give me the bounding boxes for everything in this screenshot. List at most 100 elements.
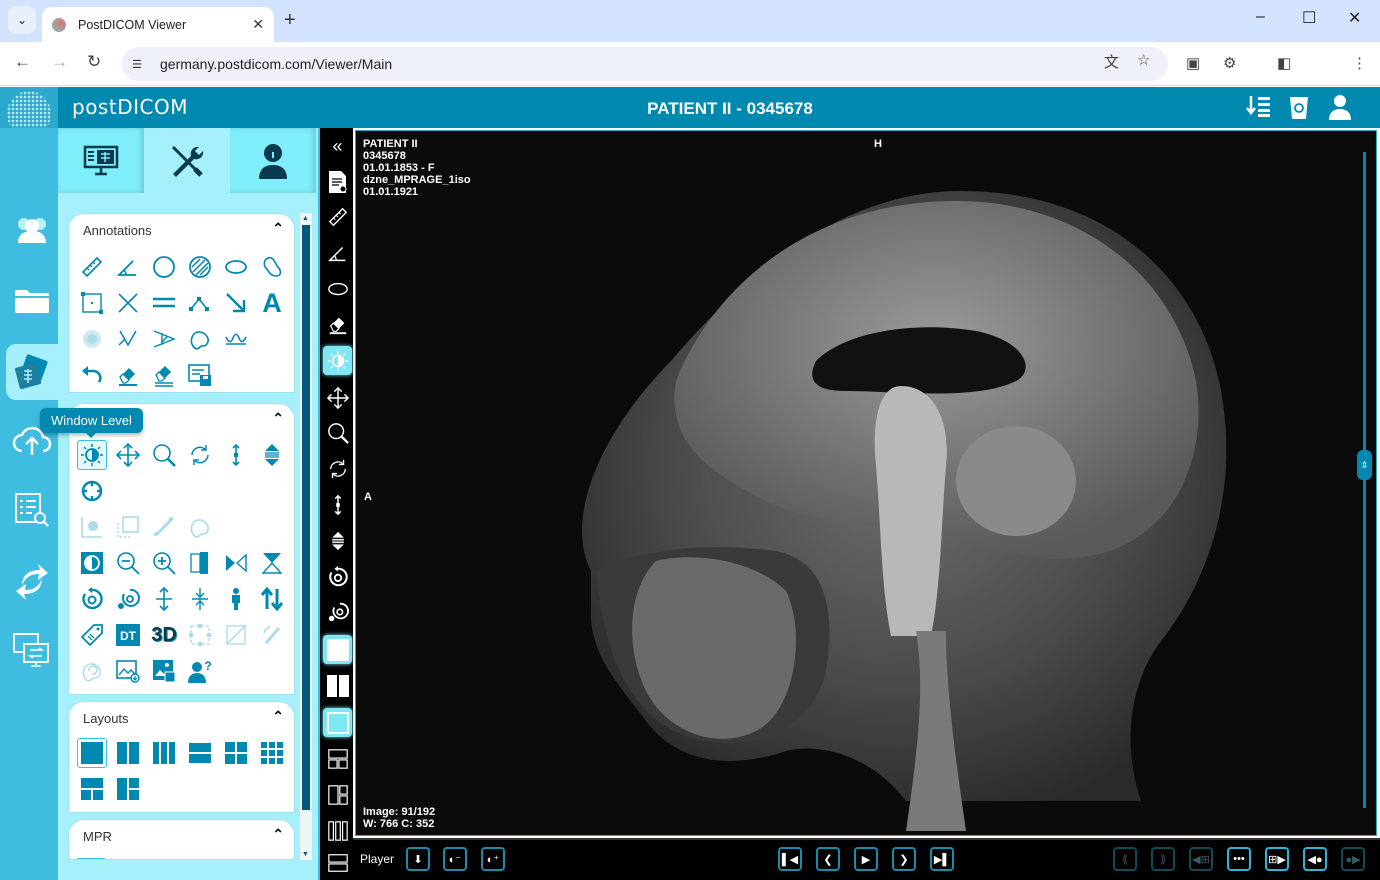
maximize-icon[interactable]: ☐ (1302, 8, 1316, 28)
angle-icon[interactable] (113, 252, 143, 282)
flip-vertical-icon[interactable] (257, 548, 287, 578)
stretch-vertical-icon[interactable] (149, 584, 179, 614)
layout-2x1-icon[interactable] (323, 848, 352, 877)
tag-icon[interactable] (77, 620, 107, 650)
reset-shape-icon[interactable] (77, 656, 107, 686)
closed-curve-icon[interactable] (185, 324, 215, 354)
swap-vertical-icon[interactable] (257, 584, 287, 614)
ellipse-icon[interactable] (323, 274, 352, 303)
mirror-icon[interactable] (221, 548, 251, 578)
cross-line-icon[interactable] (113, 288, 143, 318)
bookmark-star-icon[interactable]: ☆ (1137, 51, 1150, 69)
tab-patient-info[interactable] (230, 128, 316, 193)
slice-thickness-icon[interactable] (323, 526, 352, 555)
panel-scrollbar[interactable]: ▲ ▼ (300, 213, 312, 860)
dicom-tags-icon[interactable]: DT (113, 620, 143, 650)
previous-patient-icon[interactable]: ◀● (1303, 847, 1327, 871)
flip-horizontal-icon[interactable] (185, 548, 215, 578)
site-settings-icon[interactable]: ☰ (132, 58, 148, 71)
layout-1x2-strip-icon[interactable] (323, 671, 352, 700)
layout-2x1-icon[interactable] (185, 738, 215, 768)
layout-1-left-2-right-icon[interactable] (323, 780, 352, 809)
hatched-circle-icon[interactable] (185, 252, 215, 282)
collapse-panel-icon[interactable]: « (323, 132, 352, 161)
tab-tools[interactable] (144, 128, 230, 193)
rail-item-sync[interactable] (6, 554, 58, 610)
bone-icon[interactable] (149, 512, 179, 542)
polyline-icon[interactable] (185, 288, 215, 318)
rail-item-patients[interactable] (6, 202, 58, 258)
back-icon[interactable]: ← (14, 52, 31, 72)
layout-1x3-icon[interactable] (323, 816, 352, 845)
crop-diagonal-icon[interactable] (221, 620, 251, 650)
rail-item-search-list[interactable] (6, 482, 58, 538)
minimize-icon[interactable]: – (1256, 8, 1265, 26)
first-frame-icon[interactable]: ▌◀ (778, 847, 802, 871)
extensions-icon[interactable]: ⚙ (1223, 54, 1236, 72)
last-frame-icon[interactable]: ▶▌ (930, 847, 954, 871)
next-series-icon[interactable]: ⟫ (1151, 847, 1175, 871)
panel-scrollbar-thumb[interactable] (302, 225, 310, 810)
layout-3x3-icon[interactable] (257, 738, 287, 768)
crosshair-icon[interactable] (77, 476, 107, 506)
layout-1x2-icon[interactable] (113, 738, 143, 768)
bidirectional-icon[interactable] (149, 324, 179, 354)
export-image-icon[interactable] (113, 656, 143, 686)
screen-capture-icon[interactable]: ▣ (1186, 54, 1200, 72)
next-frame-icon[interactable]: ❯ (892, 847, 916, 871)
user-help-icon[interactable]: ? (185, 656, 215, 686)
invert-icon[interactable] (77, 548, 107, 578)
ruler-icon[interactable] (323, 202, 352, 231)
layout-1x3-icon[interactable] (149, 738, 179, 768)
rotate-reset-icon[interactable] (113, 584, 143, 614)
reload-icon[interactable]: ↻ (87, 52, 101, 72)
layout-1-left-2-right-icon[interactable] (113, 774, 143, 804)
next-patient-icon[interactable]: ●▶ (1341, 847, 1365, 871)
rectangle-roi-icon[interactable] (77, 288, 107, 318)
circle-roi-icon[interactable] (149, 252, 179, 282)
patient-position-icon[interactable] (221, 584, 251, 614)
layout-2x2-icon[interactable] (221, 738, 251, 768)
freehand-roi-icon[interactable] (257, 252, 287, 282)
auto-window-level-icon[interactable] (77, 512, 107, 542)
arrow-annotation-icon[interactable] (221, 288, 251, 318)
layout-1-top-2-bottom-icon[interactable] (77, 774, 107, 804)
collapse-mpr-icon[interactable]: ⌃ (272, 826, 284, 843)
ruler-icon[interactable] (77, 252, 107, 282)
layout-1-top-2-bottom-icon[interactable] (323, 744, 352, 773)
close-tab-icon[interactable]: ✕ (252, 16, 264, 33)
layout-1x1-icon[interactable] (77, 738, 107, 768)
bone-rotate-icon[interactable] (257, 620, 287, 650)
rotate-icon[interactable] (323, 454, 352, 483)
tab-list-button[interactable]: ⌄ (8, 6, 36, 34)
next-layout-icon[interactable]: ⊞▶ (1265, 847, 1289, 871)
close-window-icon[interactable]: ✕ (1348, 8, 1361, 28)
image-scroll-handle[interactable]: ⇕ (1357, 450, 1372, 480)
window-level-icon[interactable] (323, 346, 352, 375)
previous-layout-icon[interactable]: ◀⊞ (1189, 847, 1213, 871)
text-annotation-icon[interactable]: A (257, 288, 287, 318)
grid-points-icon[interactable] (185, 620, 215, 650)
collapse-tools-icon[interactable]: ⌃ (272, 410, 284, 427)
previous-frame-icon[interactable]: ❮ (816, 847, 840, 871)
compress-vertical-icon[interactable] (185, 584, 215, 614)
sort-list-icon[interactable] (1246, 94, 1272, 124)
image-scroll-track[interactable] (1363, 152, 1366, 808)
previous-series-icon[interactable]: ⟪ (1113, 847, 1137, 871)
zoom-in-icon[interactable] (149, 548, 179, 578)
3d-icon[interactable]: 3D (149, 620, 179, 650)
rail-item-viewer[interactable] (6, 344, 58, 400)
point-icon[interactable] (77, 324, 107, 354)
menu-kebab-icon[interactable]: ⋮ (1352, 54, 1367, 72)
recycle-bin-icon[interactable] (1288, 94, 1310, 126)
eraser-icon[interactable] (113, 360, 143, 390)
stack-scroll-icon[interactable] (221, 440, 251, 470)
speed-down-icon[interactable]: ◐⁻ (443, 847, 467, 871)
side-panel-icon[interactable]: ◧ (1277, 54, 1291, 72)
stack-scroll-icon[interactable] (323, 490, 352, 519)
cobb-angle-icon[interactable] (113, 324, 143, 354)
window-level-icon[interactable] (77, 440, 107, 470)
ellipse-icon[interactable] (221, 252, 251, 282)
pan-icon[interactable] (113, 440, 143, 470)
parallel-lines-icon[interactable] (149, 288, 179, 318)
